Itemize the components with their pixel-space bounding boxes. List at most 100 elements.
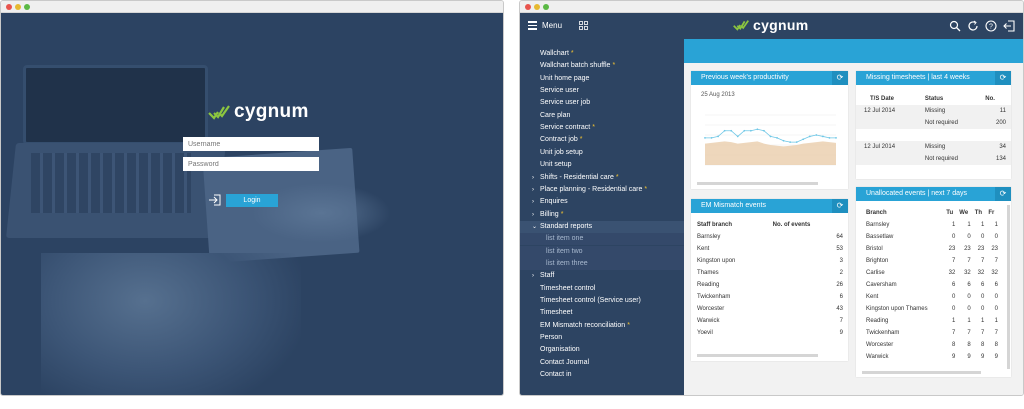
missing-timesheets-panel: Missing timesheets | last 4 weeks ⟳ T/S … <box>856 71 1011 179</box>
data-point <box>723 129 726 132</box>
sidebar-item[interactable]: Contact Journal <box>520 357 684 369</box>
sidebar-item-label: Shifts - Residential care <box>540 173 614 181</box>
table-row[interactable]: Twickenham 7 7 7 7 <box>856 327 1004 339</box>
help-icon[interactable]: ? <box>985 20 997 32</box>
table-row[interactable]: Reading 1 1 1 1 <box>856 315 1004 327</box>
vertical-scrollbar[interactable] <box>1007 205 1010 369</box>
table-row[interactable] <box>856 129 1011 141</box>
table-cell: 0 <box>994 294 998 300</box>
table-row[interactable]: Kent 0 0 0 0 <box>856 291 1004 303</box>
sidebar-item-label: list item three <box>546 259 588 267</box>
refresh-icon[interactable]: ⟳ <box>995 71 1011 85</box>
menu-label[interactable]: Menu <box>542 21 562 30</box>
table-row[interactable]: Thames 2 <box>695 267 845 279</box>
table-cell: 6 <box>839 294 843 300</box>
sidebar-subitem[interactable]: list item one <box>520 233 684 246</box>
maximize-window-button[interactable] <box>543 4 549 10</box>
refresh-icon[interactable]: ⟳ <box>832 199 848 213</box>
sidebar-item[interactable]: Contact in <box>520 369 684 381</box>
username-field[interactable] <box>183 137 319 151</box>
app-logo[interactable]: cygnum <box>733 17 808 33</box>
sidebar-item[interactable]: Contract job * <box>520 134 684 146</box>
content-header-bar <box>684 39 1023 63</box>
table-row[interactable]: Bassetlaw 0 0 0 0 <box>856 231 1004 243</box>
search-icon[interactable] <box>949 20 961 32</box>
sidebar-item[interactable]: ⌄ Standard reports <box>520 220 684 233</box>
table-row[interactable]: Twickenham 6 <box>695 291 845 303</box>
sidebar-item[interactable]: Unit setup <box>520 159 684 171</box>
table-row[interactable]: Caversham 6 6 6 6 <box>856 279 1004 291</box>
table-row[interactable]: Warwick 7 <box>695 315 845 327</box>
sidebar-subitem[interactable]: list item three <box>520 257 684 270</box>
sidebar-item[interactable]: Unit home page <box>520 73 684 85</box>
table-row[interactable]: Kingston upon Thames 0 0 0 0 <box>856 303 1004 315</box>
horizontal-scrollbar[interactable] <box>697 354 818 357</box>
table-cell: 32 <box>964 270 971 276</box>
table-row[interactable]: 12 Jul 2014 Missing 34 <box>856 141 1011 153</box>
table-cell: 7 <box>967 258 971 264</box>
sidebar-subitem[interactable]: list item two <box>520 245 684 258</box>
sidebar-item[interactable]: Wallchart * <box>520 48 684 60</box>
password-field[interactable] <box>183 157 319 171</box>
close-window-button[interactable] <box>525 4 531 10</box>
sidebar-item[interactable]: Service user <box>520 85 684 97</box>
table-row[interactable]: Not required 200 <box>856 117 1011 129</box>
table-row[interactable]: 12 Jul 2014 Missing 11 <box>856 105 1011 117</box>
sidebar-item[interactable]: › Staff <box>520 270 684 282</box>
table-cell: 12 Jul 2014 <box>864 144 896 150</box>
refresh-icon[interactable]: ⟳ <box>995 187 1011 201</box>
sidebar-item[interactable]: › Shifts - Residential care * <box>520 172 684 184</box>
sidebar-item[interactable]: Unit job setup <box>520 147 684 159</box>
horizontal-scrollbar[interactable] <box>862 371 981 374</box>
table-row[interactable]: Bristol 23 23 23 23 <box>856 243 1004 255</box>
data-point <box>730 129 733 132</box>
sidebar-item[interactable]: Care plan <box>520 110 684 122</box>
maximize-window-button[interactable] <box>24 4 30 10</box>
table-row[interactable]: Barnsley 64 <box>695 231 845 243</box>
refresh-icon[interactable]: ⟳ <box>832 71 848 85</box>
sidebar-item[interactable]: Service user job <box>520 97 684 109</box>
table-row[interactable]: Warwick 9 9 9 9 <box>856 351 1004 363</box>
table-cell: 1 <box>967 222 971 228</box>
em-mismatch-panel-header: EM Mismatch events ⟳ <box>691 199 848 213</box>
minimize-window-button[interactable] <box>15 4 21 10</box>
sidebar-item[interactable]: Service contract * <box>520 122 684 134</box>
logout-icon[interactable] <box>1003 20 1015 32</box>
table-row[interactable]: Worcester 43 <box>695 303 845 315</box>
minimize-window-button[interactable] <box>534 4 540 10</box>
table-row[interactable]: Not required 134 <box>856 153 1011 165</box>
data-point <box>769 135 772 138</box>
table-row[interactable]: Worcester 8 8 8 8 <box>856 339 1004 351</box>
login-button[interactable]: Login <box>226 194 278 207</box>
sidebar-item[interactable]: › Enquires <box>520 196 684 208</box>
table-cell: 32 <box>948 270 956 276</box>
horizontal-scrollbar[interactable] <box>697 182 818 185</box>
column-header: Fr <box>988 210 995 216</box>
hamburger-menu-icon[interactable] <box>528 21 537 30</box>
sidebar-item[interactable]: Timesheet <box>520 307 684 319</box>
table-cell: 9 <box>951 354 956 360</box>
sidebar-item[interactable]: Person <box>520 332 684 344</box>
table-cell: 3 <box>839 258 843 264</box>
table-row[interactable]: Yoevil 9 <box>695 327 845 339</box>
grid-view-icon[interactable] <box>579 21 588 30</box>
table-cell: 7 <box>981 330 985 336</box>
sidebar-item[interactable]: EM Mismatch reconciliation * <box>520 320 684 332</box>
sidebar-item[interactable]: › Place planning - Residential care * <box>520 184 684 196</box>
table-row[interactable]: Reading 26 <box>695 279 845 291</box>
column-header: No. of events <box>772 222 811 228</box>
table-cell: 2 <box>839 270 843 276</box>
sidebar-item[interactable]: Timesheet control (Service user) <box>520 295 684 307</box>
close-window-button[interactable] <box>6 4 12 10</box>
table-row[interactable]: Kingston upon 3 <box>695 255 845 267</box>
sidebar-item[interactable]: › Billing * <box>520 209 684 221</box>
sidebar-item[interactable]: Timesheet control <box>520 283 684 295</box>
table-cell: Reading <box>866 318 889 324</box>
table-row[interactable]: Kent 53 <box>695 243 845 255</box>
sidebar-item[interactable]: Wallchart batch shuffle * <box>520 60 684 72</box>
sidebar-item[interactable]: Organisation <box>520 344 684 356</box>
table-row[interactable]: Carlise 32 32 32 32 <box>856 267 1004 279</box>
table-row[interactable]: Barnsley 1 1 1 1 <box>856 219 1004 231</box>
refresh-icon[interactable] <box>967 20 979 32</box>
table-row[interactable]: Brighton 7 7 7 7 <box>856 255 1004 267</box>
